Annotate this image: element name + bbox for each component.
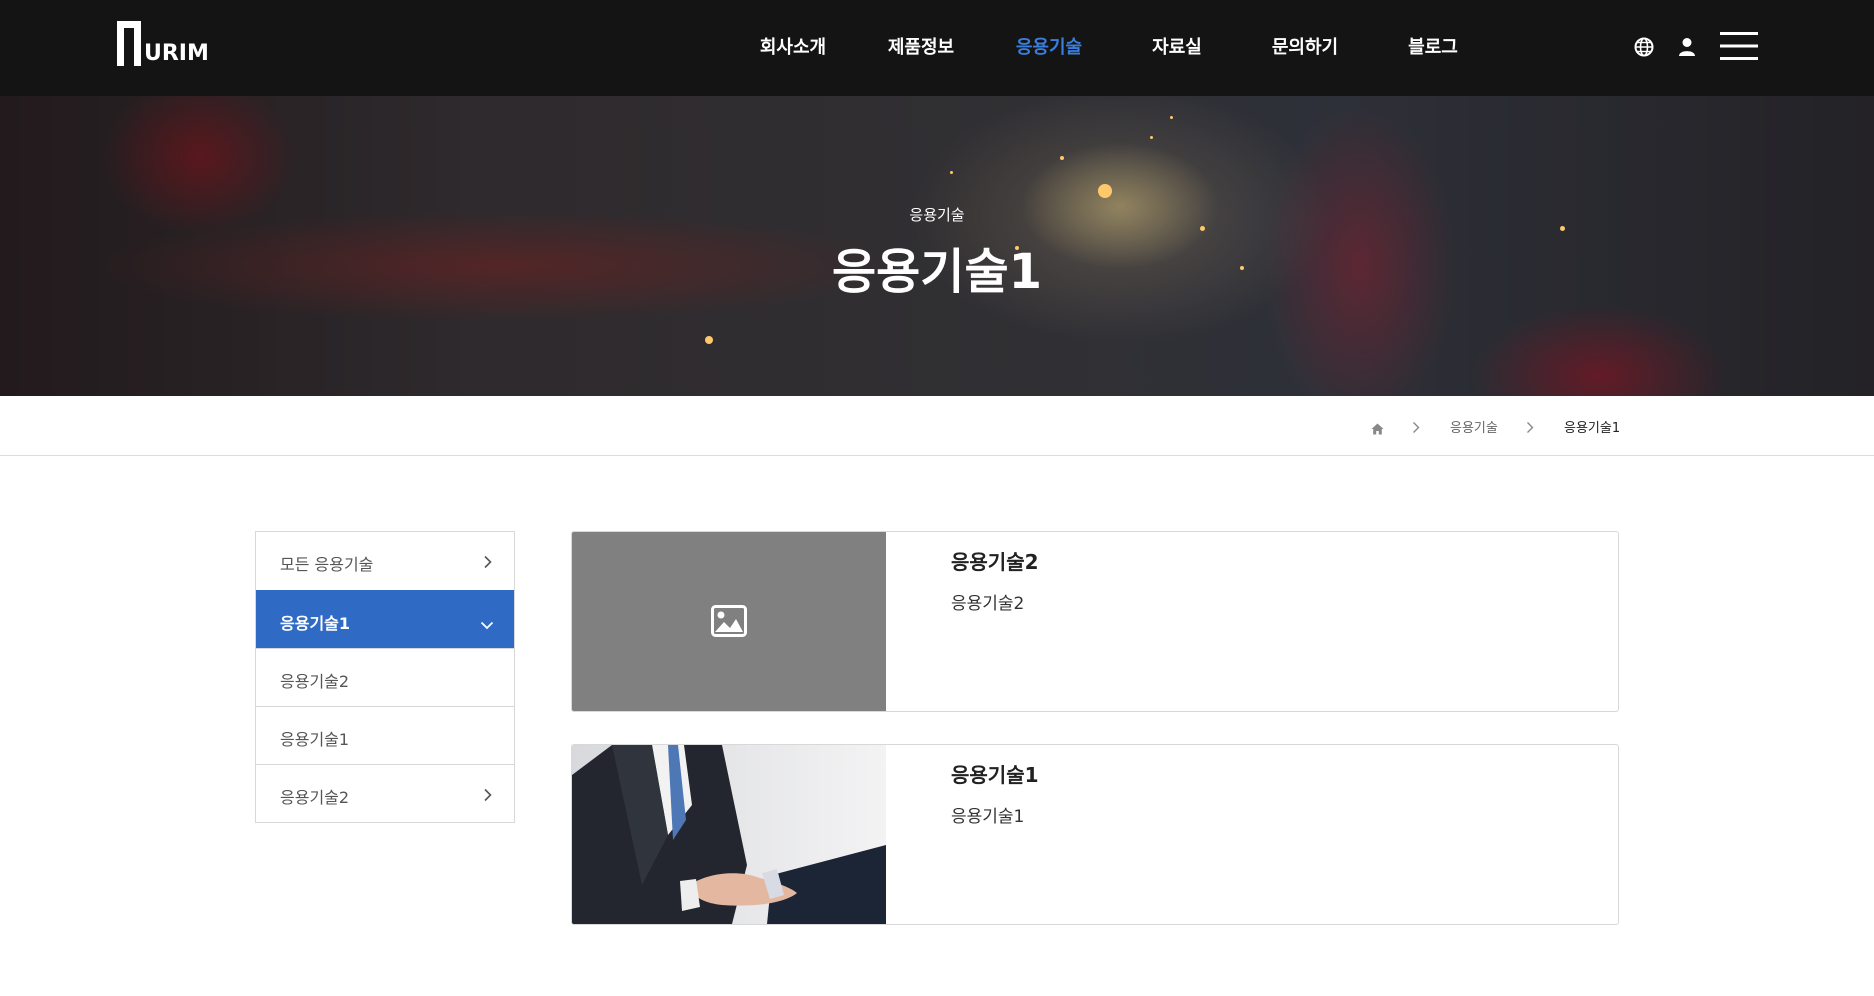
spark-decor <box>1098 184 1112 198</box>
home-icon[interactable] <box>1371 420 1384 439</box>
handshake-photo <box>572 745 886 924</box>
breadcrumb-current: 응용기술1 <box>1564 421 1621 436</box>
sidebar-item-application-1[interactable]: 응용기술1 <box>256 590 514 648</box>
nav-item-products[interactable]: 제품정보 <box>876 33 966 63</box>
site-header: URIM 회사소개 제품정보 응용기술 자료실 문의하기 블로그 <box>0 0 1874 96</box>
image-placeholder-icon <box>711 605 747 641</box>
spark-decor <box>1200 226 1205 231</box>
globe-icon[interactable] <box>1634 37 1654 61</box>
spark-decor <box>1150 136 1153 139</box>
sidebar-subitem-application-1[interactable]: 응용기술1 <box>256 706 514 764</box>
chevron-right-icon <box>1412 419 1420 438</box>
hamburger-menu-icon[interactable] <box>1720 31 1758 65</box>
page-title: 응용기술1 <box>831 244 1043 300</box>
sidebar-item-label: 응용기술1 <box>280 614 351 633</box>
spark-decor <box>1170 116 1173 119</box>
sidebar-item-label: 모든 응용기술 <box>280 555 374 574</box>
chevron-right-icon <box>483 554 492 573</box>
post-thumbnail <box>572 532 886 711</box>
nav-item-company[interactable]: 회사소개 <box>748 33 838 63</box>
post-description: 응용기술1 <box>951 807 1025 827</box>
hero-banner: 응용기술 응용기술1 <box>0 96 1874 396</box>
sidebar-item-label: 응용기술2 <box>280 672 350 691</box>
sidebar-subitem-application-2[interactable]: 응용기술2 <box>256 648 514 706</box>
nav-item-blog[interactable]: 블로그 <box>1388 33 1478 63</box>
nav-item-applications[interactable]: 응용기술 <box>1004 33 1094 63</box>
sidebar-item-label: 응용기술2 <box>280 788 350 807</box>
spark-decor <box>1560 226 1565 231</box>
chevron-down-icon <box>480 615 494 634</box>
spark-decor <box>705 336 713 344</box>
post-card[interactable]: 응용기술2 응용기술2 <box>571 531 1619 712</box>
post-title[interactable]: 응용기술1 <box>951 759 1039 788</box>
breadcrumb: 응용기술 응용기술1 <box>0 396 1874 456</box>
category-sidebar: 모든 응용기술 응용기술1 응용기술2 응용기술1 응용기술2 <box>255 531 515 823</box>
sidebar-item-application-2[interactable]: 응용기술2 <box>256 764 514 822</box>
nav-item-resources[interactable]: 자료실 <box>1132 33 1222 63</box>
chevron-right-icon <box>483 787 492 806</box>
hero-subtitle: 응용기술 <box>909 206 965 224</box>
chevron-right-icon <box>1526 419 1534 438</box>
main-nav: 회사소개 제품정보 응용기술 자료실 문의하기 블로그 <box>0 0 1874 96</box>
spark-decor <box>950 171 953 174</box>
post-card[interactable]: 응용기술1 응용기술1 <box>571 744 1619 925</box>
post-title[interactable]: 응용기술2 <box>951 546 1039 575</box>
breadcrumb-item[interactable]: 응용기술 <box>1450 417 1498 436</box>
post-description: 응용기술2 <box>951 594 1025 614</box>
nav-item-inquiry[interactable]: 문의하기 <box>1260 33 1350 63</box>
spark-decor <box>1060 156 1064 160</box>
user-icon[interactable] <box>1678 37 1696 61</box>
sidebar-item-all[interactable]: 모든 응용기술 <box>256 532 514 590</box>
sidebar-item-label: 응용기술1 <box>280 730 350 749</box>
